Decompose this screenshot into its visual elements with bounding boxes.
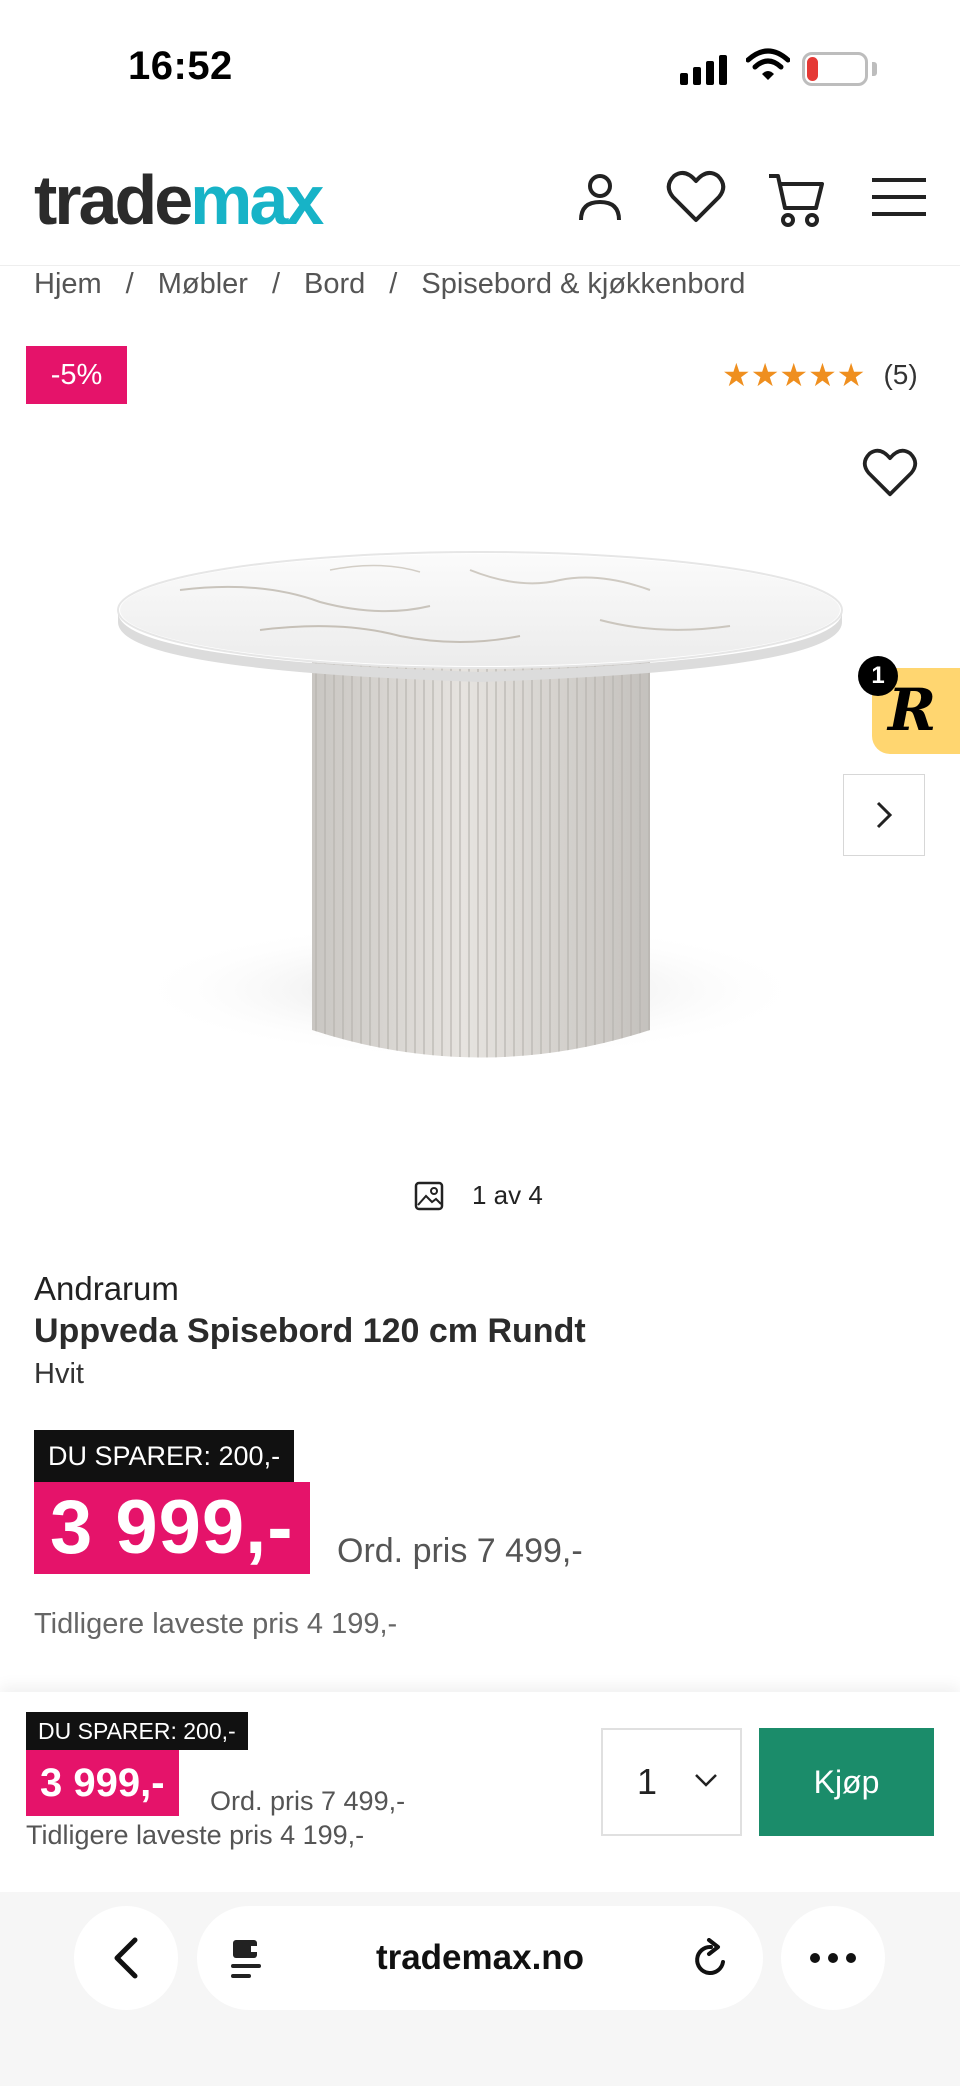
cart-icon[interactable] bbox=[766, 170, 826, 230]
battery-level: 18 bbox=[821, 55, 849, 82]
logo-text-trade: trade bbox=[34, 161, 193, 239]
product-title: Uppveda Spisebord 120 cm Rundt bbox=[34, 1312, 586, 1350]
product-brand[interactable]: Andrarum bbox=[34, 1270, 179, 1308]
add-to-wishlist-icon[interactable] bbox=[862, 448, 918, 503]
product-price: 3 999,- bbox=[34, 1482, 310, 1574]
image-icon bbox=[414, 1181, 444, 1210]
image-counter-text: 1 av 4 bbox=[472, 1180, 543, 1210]
discount-badge: -5% bbox=[26, 346, 127, 404]
sticky-previous-lowest-price: Tidligere laveste pris 4 199,- bbox=[26, 1820, 365, 1850]
breadcrumb-item-bord[interactable]: Bord bbox=[304, 268, 365, 301]
product-rating[interactable]: ★★★★★ (5) bbox=[722, 356, 918, 394]
reload-icon[interactable] bbox=[691, 1938, 731, 1980]
wifi-icon bbox=[745, 48, 791, 87]
chevron-down-icon bbox=[695, 1774, 717, 1787]
product-variant: Hvit bbox=[34, 1358, 84, 1390]
trademax-logo[interactable]: trademax bbox=[34, 160, 324, 240]
sticky-ordinary-price: Ord. pris 7 499,- bbox=[210, 1786, 406, 1816]
next-image-button[interactable] bbox=[843, 774, 925, 856]
quantity-value: 1 bbox=[637, 1761, 658, 1802]
more-options-icon bbox=[810, 1953, 856, 1963]
logo-text-max: max bbox=[190, 161, 324, 239]
battery-icon: 18 bbox=[802, 52, 868, 86]
browser-more-button[interactable] bbox=[781, 1906, 885, 2010]
sticky-price: 3 999,- bbox=[26, 1750, 179, 1816]
status-bar: 16:52 18 bbox=[0, 0, 960, 140]
breadcrumb-item-mobler[interactable]: Møbler bbox=[158, 268, 248, 301]
site-header: trademax bbox=[0, 140, 960, 266]
breadcrumb-item-spisebord[interactable]: Spisebord & kjøkkenbord bbox=[421, 268, 745, 301]
menu-icon[interactable] bbox=[872, 178, 926, 218]
breadcrumb-separator: / bbox=[271, 268, 281, 300]
browser-toolbar: trademax.no bbox=[0, 1892, 960, 2086]
chevron-right-icon bbox=[876, 801, 893, 829]
buy-button[interactable]: Kjøp bbox=[759, 1728, 934, 1836]
previous-lowest-price: Tidligere laveste pris 4 199,- bbox=[34, 1608, 398, 1640]
product-image[interactable] bbox=[0, 430, 960, 1150]
quantity-select[interactable]: 1 bbox=[601, 1728, 742, 1836]
rating-stars-icon: ★★★★★ bbox=[722, 357, 866, 393]
breadcrumb: Hjem / Møbler / Bord / Spisebord & kjøkk… bbox=[34, 268, 745, 301]
image-counter: 1 av 4 bbox=[414, 1180, 543, 1211]
browser-url: trademax.no bbox=[375, 1938, 585, 1977]
wishlist-icon[interactable] bbox=[666, 170, 726, 224]
sticky-savings-tag: DU SPARER: 200,- bbox=[26, 1712, 248, 1750]
breadcrumb-separator: / bbox=[389, 268, 398, 300]
breadcrumb-separator: / bbox=[125, 268, 134, 300]
browser-back-button[interactable] bbox=[74, 1906, 178, 2010]
browser-address-bar[interactable]: trademax.no bbox=[197, 1906, 763, 2010]
breadcrumb-item-hjem[interactable]: Hjem bbox=[34, 268, 102, 301]
rating-count: (5) bbox=[883, 359, 918, 390]
review-widget-count: 1 bbox=[858, 656, 898, 696]
account-icon[interactable] bbox=[576, 170, 624, 224]
savings-tag: DU SPARER: 200,- bbox=[34, 1430, 295, 1482]
ordinary-price: Ord. pris 7 499,- bbox=[337, 1532, 583, 1570]
review-widget-logo: R bbox=[888, 676, 937, 744]
sticky-buy-bar: DU SPARER: 200,- 3 999,- Ord. pris 7 499… bbox=[0, 1692, 960, 1892]
signal-icon bbox=[680, 55, 727, 85]
chevron-left-icon bbox=[114, 1937, 138, 1979]
battery-tip bbox=[872, 62, 877, 76]
status-time: 16:52 bbox=[128, 44, 233, 88]
